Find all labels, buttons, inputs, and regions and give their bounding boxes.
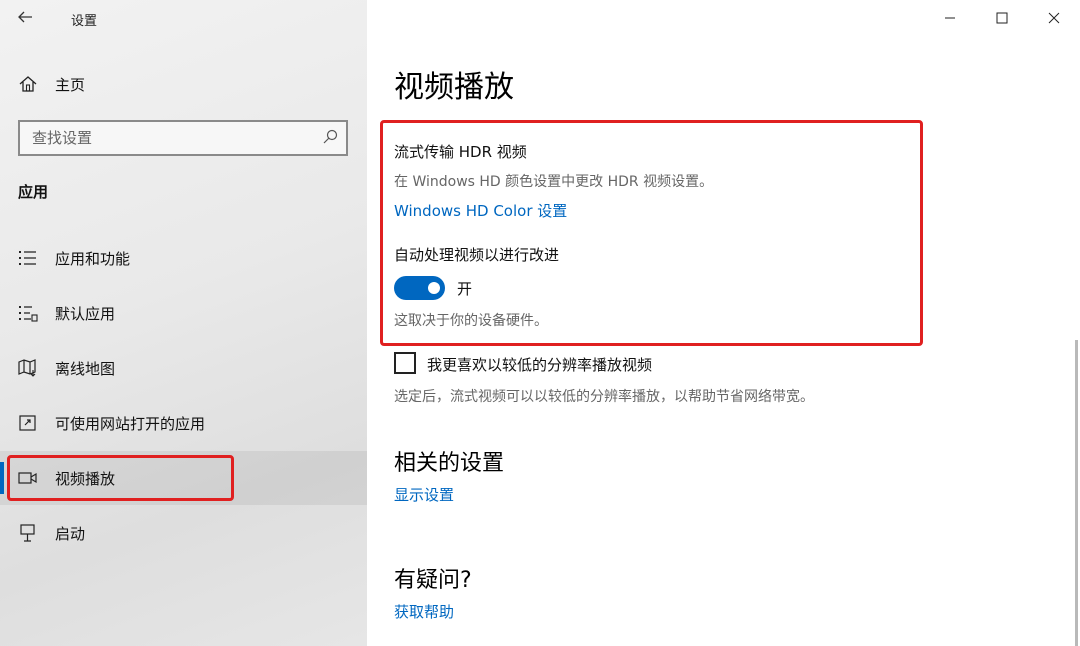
page-title: 视频播放 bbox=[394, 70, 514, 105]
startup-icon bbox=[20, 524, 35, 542]
sidebar-item-label: 应用和功能 bbox=[55, 250, 131, 268]
close-button[interactable] bbox=[1028, 0, 1080, 36]
toggle-state-label: 开 bbox=[457, 280, 473, 298]
hdr-description: 在 Windows HD 颜色设置中更改 HDR 视频设置。 bbox=[394, 174, 714, 190]
low-resolution-checkbox[interactable] bbox=[394, 352, 416, 374]
sidebar-item-label: 可使用网站打开的应用 bbox=[55, 415, 206, 433]
search-input[interactable] bbox=[20, 122, 310, 154]
sidebar-item-offline-maps[interactable]: 离线地图 bbox=[0, 341, 367, 395]
sidebar-item-startup[interactable]: 启动 bbox=[0, 506, 367, 560]
scrollbar[interactable] bbox=[1075, 340, 1078, 646]
search-box[interactable] bbox=[18, 120, 348, 156]
sidebar-item-home[interactable]: 主页 bbox=[0, 68, 367, 100]
sidebar-item-label: 启动 bbox=[55, 525, 86, 543]
minimize-button[interactable] bbox=[924, 0, 976, 36]
back-button[interactable] bbox=[16, 8, 40, 28]
window-title: 设置 bbox=[71, 14, 98, 29]
highlight-box bbox=[7, 455, 234, 501]
section-label: 应用 bbox=[18, 183, 49, 201]
list-icon bbox=[19, 251, 36, 265]
auto-process-toggle[interactable] bbox=[394, 276, 445, 300]
map-icon bbox=[18, 359, 36, 377]
low-resolution-description: 选定后，流式视频可以以较低的分辨率播放，以帮助节省网络带宽。 bbox=[394, 389, 814, 405]
active-indicator bbox=[0, 462, 4, 494]
home-label: 主页 bbox=[55, 76, 86, 94]
maximize-icon bbox=[996, 12, 1008, 24]
get-help-link[interactable]: 获取帮助 bbox=[394, 601, 454, 622]
back-arrow-icon bbox=[18, 11, 32, 23]
main-content: 视频播放 流式传输 HDR 视频 在 Windows HD 颜色设置中更改 HD… bbox=[367, 0, 1080, 646]
sidebar: 设置 主页 应用 应用和功能 默认应用 bbox=[0, 0, 367, 646]
sidebar-item-label: 离线地图 bbox=[55, 360, 116, 378]
toggle-knob bbox=[428, 282, 440, 294]
sidebar-item-apps-for-websites[interactable]: 可使用网站打开的应用 bbox=[0, 396, 367, 450]
minimize-icon bbox=[945, 17, 955, 19]
search-icon[interactable] bbox=[322, 129, 338, 145]
open-external-icon bbox=[19, 415, 36, 431]
hdr-heading: 流式传输 HDR 视频 bbox=[394, 143, 527, 161]
window-controls bbox=[924, 0, 1080, 36]
auto-process-heading: 自动处理视频以进行改进 bbox=[394, 246, 560, 264]
low-resolution-label[interactable]: 我更喜欢以较低的分辨率播放视频 bbox=[427, 354, 652, 375]
close-icon bbox=[1048, 12, 1060, 24]
default-apps-icon bbox=[19, 306, 38, 322]
maximize-button[interactable] bbox=[976, 0, 1028, 36]
display-settings-link[interactable]: 显示设置 bbox=[394, 484, 454, 505]
related-settings-heading: 相关的设置 bbox=[394, 451, 505, 476]
help-heading: 有疑问? bbox=[394, 568, 472, 593]
sidebar-item-label: 默认应用 bbox=[55, 305, 116, 323]
sidebar-item-apps-features[interactable]: 应用和功能 bbox=[0, 231, 367, 285]
sidebar-item-default-apps[interactable]: 默认应用 bbox=[0, 286, 367, 340]
home-icon bbox=[19, 76, 37, 92]
hdr-settings-link[interactable]: Windows HD Color 设置 bbox=[394, 200, 567, 221]
auto-process-note: 这取决于你的设备硬件。 bbox=[394, 313, 548, 329]
